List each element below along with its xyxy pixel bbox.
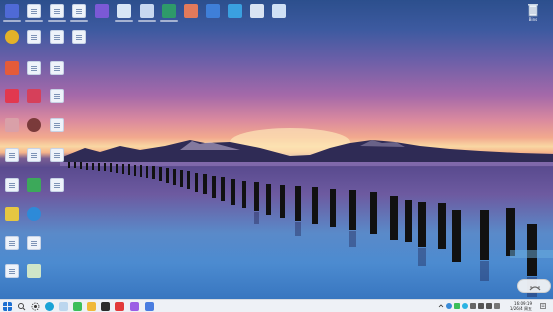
recycle-bin-icon[interactable] [525, 2, 541, 18]
icon-label-placeholder [48, 20, 66, 22]
desktop-icon-app-14[interactable] [27, 89, 41, 103]
desktop-icon-app-15[interactable] [5, 118, 19, 132]
green-app-icon[interactable] [73, 302, 82, 311]
icon-label-placeholder [25, 20, 43, 22]
windows-start-icon[interactable] [3, 302, 12, 311]
purple-app-icon[interactable] [130, 302, 139, 311]
browser-icon[interactable] [145, 302, 154, 311]
wallpaper-scene [60, 128, 553, 297]
desktop-icon-app-9[interactable] [250, 4, 264, 18]
desktop-icon-app-8[interactable] [228, 4, 242, 18]
icon-label-placeholder [160, 20, 178, 22]
tray-app-icon-4[interactable] [470, 303, 476, 309]
desktop-icon-document-2[interactable] [50, 4, 64, 18]
desktop-icon-document-18[interactable] [5, 264, 19, 278]
desktop-icon-document-9[interactable] [50, 89, 64, 103]
tray-app-icon-3[interactable] [462, 303, 468, 309]
task-view-icon[interactable] [31, 302, 40, 311]
input-method-icon[interactable] [494, 303, 500, 309]
desktop-icon-app-2[interactable] [95, 4, 109, 18]
desktop-wallpaper: Bins [0, 0, 553, 299]
desktop-icon-document-10[interactable] [50, 118, 64, 132]
volume-icon[interactable] [486, 303, 492, 309]
file-explorer-icon[interactable] [87, 302, 96, 311]
icon-label-placeholder [115, 20, 133, 22]
tray-app-icon-2[interactable] [454, 303, 460, 309]
desktop-icon-app-18[interactable] [5, 207, 19, 221]
floating-assistant-widget[interactable] [517, 279, 551, 293]
desktop-icon-app-1[interactable] [5, 4, 19, 18]
recycle-bin-label: Bins [528, 17, 538, 22]
chevron-up-icon[interactable] [438, 303, 444, 309]
search-icon[interactable] [17, 302, 26, 311]
desktop-icon-app-19[interactable] [27, 207, 41, 221]
desktop-icon-app-12[interactable] [5, 61, 19, 75]
desktop-icon-app-16[interactable] [27, 118, 41, 132]
desktop-icon-app-4[interactable] [140, 4, 154, 18]
icon-label-placeholder [3, 20, 21, 22]
desktop-icon-app-5[interactable] [162, 4, 176, 18]
notification-icon[interactable] [540, 303, 546, 309]
icon-label-placeholder [70, 20, 88, 22]
terminal-icon[interactable] [101, 302, 110, 311]
desktop-icon-document-16[interactable] [5, 236, 19, 250]
desktop-icon-document-7[interactable] [27, 61, 41, 75]
desktop-icon-app-7[interactable] [206, 4, 220, 18]
taskbar: 16:09:19 1/26/4 周五 [0, 299, 553, 312]
desktop-icon-document-15[interactable] [50, 178, 64, 192]
desktop-icon-app-17[interactable] [27, 178, 41, 192]
edge-browser-icon[interactable] [45, 302, 54, 311]
desktop-icon-app-13[interactable] [5, 89, 19, 103]
tray-app-icon-1[interactable] [446, 303, 452, 309]
wps-icon[interactable] [115, 302, 124, 311]
desktop-icon-document-1[interactable] [27, 4, 41, 18]
floating-widget-icon [529, 286, 541, 291]
wechat-icon[interactable] [59, 302, 68, 311]
desktop-icon-document-3[interactable] [72, 4, 86, 18]
desktop-icon-document-14[interactable] [5, 178, 19, 192]
desktop-icon-app-10[interactable] [272, 4, 286, 18]
desktop-icon-document-11[interactable] [5, 148, 19, 162]
desktop-icon-document-17[interactable] [27, 236, 41, 250]
desktop-icon-document-13[interactable] [50, 148, 64, 162]
desktop-icon-document-4[interactable] [27, 30, 41, 44]
desktop-icon-app-3[interactable] [117, 4, 131, 18]
desktop-icon-document-6[interactable] [72, 30, 86, 44]
desktop-icon-document-5[interactable] [50, 30, 64, 44]
icon-label-placeholder [138, 20, 156, 22]
desktop-icon-app-20[interactable] [27, 264, 41, 278]
taskbar-clock-date[interactable]: 1/26/4 周五 [502, 306, 532, 311]
desktop-icon-document-8[interactable] [50, 61, 64, 75]
desktop-icon-document-12[interactable] [27, 148, 41, 162]
desktop-icon-app-11[interactable] [5, 30, 19, 44]
desktop-icon-app-6[interactable] [184, 4, 198, 18]
network-icon[interactable] [478, 303, 484, 309]
